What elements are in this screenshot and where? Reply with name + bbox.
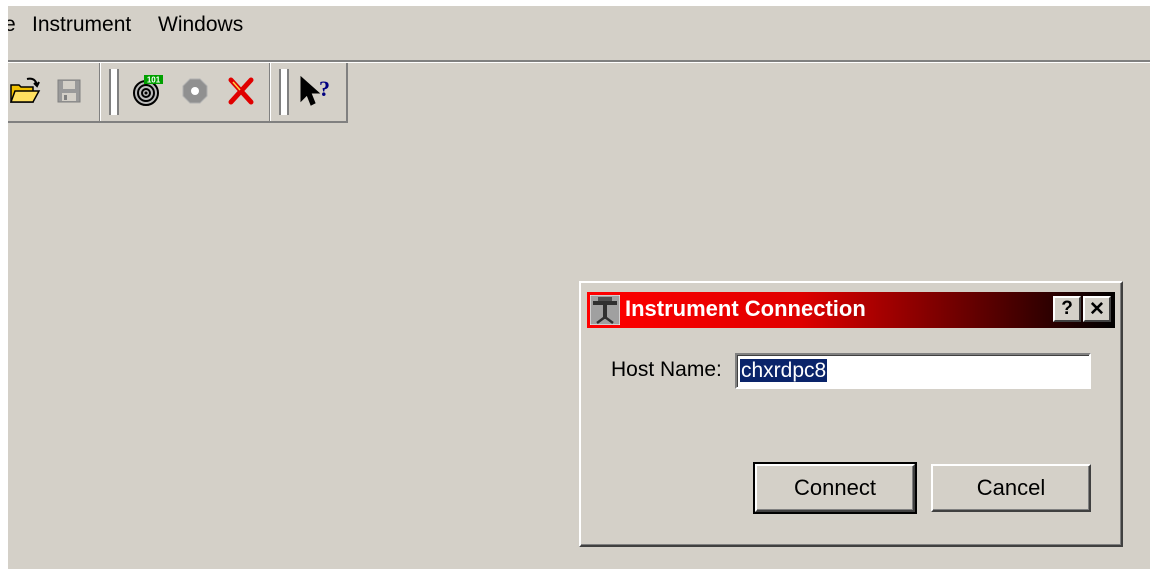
host-name-value: chxrdpc8	[740, 359, 828, 382]
help-glyph: ?	[319, 76, 330, 101]
app-window: e Instrument Windows 101 ? Instrument Co…	[8, 6, 1150, 569]
dialog-title: Instrument Connection	[625, 296, 866, 321]
toolbar-divider	[99, 63, 101, 121]
instrument-icon	[589, 294, 621, 326]
close-button[interactable]: ✕	[1083, 296, 1111, 322]
scan-badge: 101	[147, 76, 161, 85]
toolbar: 101 ?	[8, 63, 348, 123]
host-name-input[interactable]: chxrdpc8	[735, 353, 1091, 389]
save-icon[interactable]	[51, 73, 87, 109]
toolbar-divider	[269, 63, 271, 121]
close-icon: ✕	[1089, 298, 1105, 320]
instrument-connection-dialog: Instrument Connection ? ✕ Host Name: chx…	[579, 281, 1123, 547]
connect-button[interactable]: Connect	[753, 462, 917, 514]
menu-bar: e Instrument Windows	[8, 6, 1150, 46]
menu-file[interactable]: e	[8, 13, 16, 37]
open-folder-icon[interactable]	[8, 73, 43, 109]
help-pointer-icon[interactable]: ?	[297, 73, 333, 109]
menu-instrument[interactable]: Instrument	[32, 13, 131, 37]
host-name-label: Host Name:	[611, 358, 722, 381]
toolbar-grip[interactable]	[109, 69, 119, 115]
toolbar-grip[interactable]	[279, 69, 289, 115]
help-button[interactable]: ?	[1053, 296, 1081, 322]
instrument-scan-icon[interactable]: 101	[129, 73, 165, 109]
dialog-titlebar[interactable]: Instrument Connection ? ✕	[587, 292, 1115, 328]
cancel-button[interactable]: Cancel	[931, 464, 1091, 512]
stop-icon[interactable]	[177, 73, 213, 109]
menu-windows[interactable]: Windows	[158, 13, 243, 37]
delete-icon[interactable]	[223, 73, 259, 109]
